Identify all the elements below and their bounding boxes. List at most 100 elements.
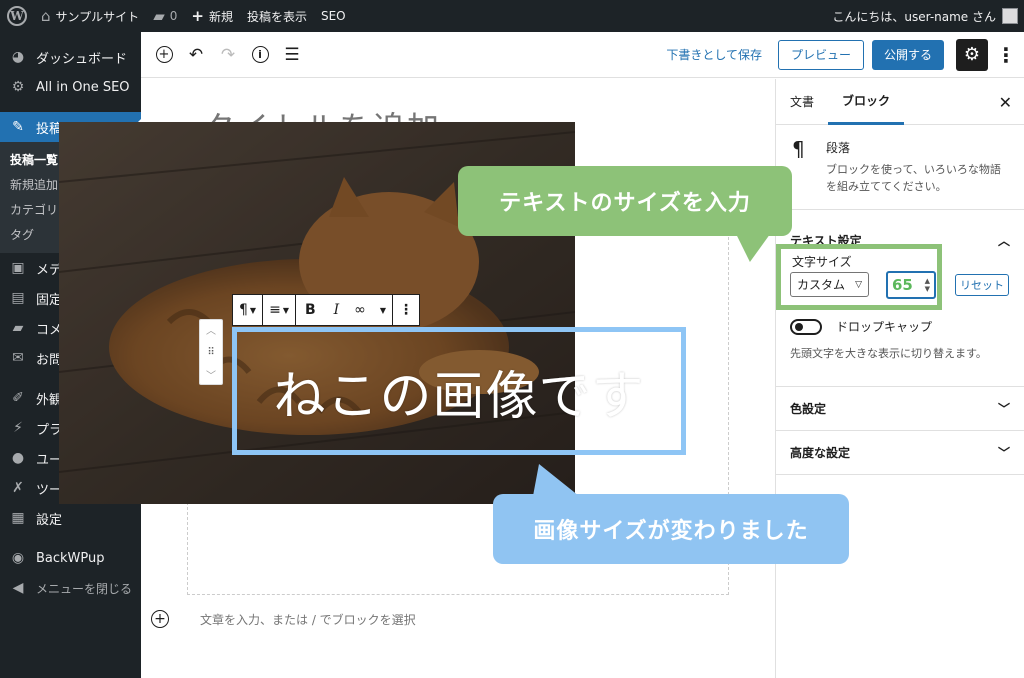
media-icon: ▣: [11, 260, 25, 276]
avatar: [1002, 8, 1018, 24]
plus-icon: +: [191, 6, 204, 25]
redo-icon: ↷: [220, 44, 236, 65]
close-icon[interactable]: ✕: [999, 93, 1012, 112]
caret-down-icon: ▼: [379, 305, 386, 315]
backwpup-icon: ◉: [11, 550, 25, 566]
new-label: 新規: [208, 9, 233, 24]
sidebar-item-aioseo[interactable]: ⚙ All in One SEO: [0, 72, 141, 102]
block-inspector: 文書 ブロック ✕ ¶ 段落 ブロックを使って、いろいろな物語 を組み立ててくだ…: [775, 79, 1024, 678]
collapse-icon: ◀: [12, 580, 24, 596]
chevron-up-icon: ︿: [997, 233, 1010, 248]
comments-link[interactable]: ▰ 0: [146, 0, 184, 32]
bold-icon: B: [304, 302, 316, 318]
add-block-button[interactable]: +: [149, 40, 179, 70]
cover-text[interactable]: ねこの画像です: [273, 354, 644, 429]
paragraph-icon: ¶: [239, 302, 248, 318]
advanced-settings-panel[interactable]: 高度な設定 ﹀: [776, 431, 1024, 475]
comment-icon: ▰: [12, 320, 24, 336]
drag-handle-icon[interactable]: ⠿: [207, 347, 214, 358]
list-icon: ☰: [284, 44, 300, 65]
image-size-callout: 画像サイズが変わりました: [493, 464, 849, 564]
save-draft-button[interactable]: 下書きとして保存: [666, 46, 762, 63]
text-size-callout: テキストのサイズを入力: [458, 166, 792, 236]
align-button[interactable]: ≡ ▼: [263, 295, 295, 325]
sidebar-item-label: メニューを閉じる: [36, 581, 133, 596]
editor-header: + ↶ ↷ i ☰ 下書きとして保存 プレビュー 公開する ⚙ ⋮: [141, 32, 1024, 78]
block-description-line-1: ブロックを使って、いろいろな物語: [826, 163, 1001, 176]
reset-button[interactable]: リセット: [955, 274, 1009, 296]
undo-button[interactable]: ↶: [181, 40, 211, 70]
account-menu[interactable]: こんにちは、user-name さん: [825, 0, 1024, 32]
new-content-link[interactable]: + 新規: [184, 0, 240, 32]
page-icon: ▤: [11, 290, 25, 306]
tab-block[interactable]: ブロック: [828, 79, 905, 125]
block-card: ¶ 段落 ブロックを使って、いろいろな物語 を組み立ててください。: [776, 125, 1024, 210]
header-toolbar: + ↶ ↷ i ☰: [149, 40, 307, 70]
chevron-down-icon[interactable]: ﹀: [206, 367, 216, 382]
publish-button[interactable]: 公開する: [871, 39, 944, 70]
dashboard-icon: ◕: [11, 49, 25, 65]
plugin-icon: ⚡: [13, 420, 23, 436]
wp-logo-menu[interactable]: W: [0, 0, 34, 32]
drop-cap-label: ドロップキャップ: [836, 320, 933, 334]
color-settings-title: 色設定: [790, 402, 827, 416]
bold-button[interactable]: B: [296, 295, 325, 325]
drop-cap-row: ドロップキャップ: [790, 318, 932, 335]
sidebar-item-label: ダッシュボード: [36, 51, 128, 67]
redo-button[interactable]: ↷: [213, 40, 243, 70]
info-button[interactable]: i: [245, 40, 275, 70]
settings-icon: ▦: [11, 510, 25, 526]
plus-circle-icon: +: [155, 46, 173, 63]
tab-document[interactable]: 文書: [776, 79, 828, 125]
wrench-icon: ✗: [12, 480, 24, 496]
block-type-button[interactable]: ¶ ▼: [233, 295, 262, 325]
pin-icon: ✎: [12, 119, 24, 135]
link-button[interactable]: ∞: [348, 295, 372, 325]
advanced-settings-title: 高度な設定: [790, 446, 851, 460]
more-menu-button[interactable]: ⋮: [994, 39, 1018, 71]
inline-add-block-button[interactable]: +: [151, 610, 169, 628]
font-size-highlight: [776, 244, 942, 310]
chevron-down-icon: ﹀: [997, 446, 1010, 460]
more-rich-text-button[interactable]: ▼: [372, 295, 392, 325]
sidebar-item-dashboard[interactable]: ◕ ダッシュボード: [0, 42, 141, 72]
settings-button[interactable]: ⚙: [956, 38, 988, 71]
undo-icon: ↶: [188, 44, 204, 65]
sidebar-item-label: 設定: [36, 512, 63, 528]
wordpress-logo-icon: W: [7, 6, 27, 26]
default-block-appender[interactable]: 文章を入力、または / でブロックを選択: [200, 611, 416, 628]
sidebar-item-label: All in One SEO: [36, 79, 130, 95]
color-settings-panel[interactable]: 色設定 ﹀: [776, 386, 1024, 431]
comments-count: 0: [169, 9, 178, 23]
align-center-icon: ≡: [269, 302, 281, 318]
gear-icon: ⚙: [11, 79, 25, 95]
drop-cap-toggle[interactable]: [790, 318, 822, 335]
sidebar-item-settings[interactable]: ▦ 設定: [0, 503, 141, 533]
block-name: 段落: [826, 141, 851, 155]
view-post-link[interactable]: 投稿を表示: [240, 0, 314, 32]
sidebar-item-label: BackWPup: [36, 550, 105, 566]
outline-button[interactable]: ☰: [277, 40, 307, 70]
gear-icon: ⚙: [963, 44, 981, 65]
sidebar-item-backwpup[interactable]: ◉ BackWPup: [0, 543, 141, 573]
advanced-settings-toggle[interactable]: 高度な設定 ﹀: [776, 431, 1024, 475]
cover-paragraph-block[interactable]: ねこの画像です: [232, 327, 686, 455]
preview-button[interactable]: プレビュー: [777, 39, 864, 70]
site-name-link[interactable]: ⌂ サンプルサイト: [34, 0, 146, 32]
italic-button[interactable]: I: [325, 295, 349, 325]
comment-icon: ▰: [153, 6, 165, 25]
user-icon: ●: [11, 450, 25, 466]
seo-link[interactable]: SEO: [314, 0, 353, 32]
chevron-up-icon[interactable]: ︿: [206, 322, 216, 337]
caret-down-icon: ▼: [282, 305, 289, 315]
color-settings-toggle[interactable]: 色設定 ﹀: [776, 387, 1024, 431]
sidebar-collapse-button[interactable]: ◀ メニューを閉じる: [0, 573, 141, 603]
more-vertical-icon: ⋮: [399, 302, 413, 318]
view-post-label: 投稿を表示: [246, 9, 307, 24]
info-icon: i: [251, 46, 269, 63]
block-options-button[interactable]: ⋮: [393, 295, 419, 325]
inspector-tabs: 文書 ブロック ✕: [776, 79, 1024, 125]
home-icon: ⌂: [41, 6, 51, 25]
caret-down-icon: ▼: [249, 305, 257, 315]
drop-cap-help: 先頭文字を大きな表示に切り替えます。: [790, 347, 987, 360]
